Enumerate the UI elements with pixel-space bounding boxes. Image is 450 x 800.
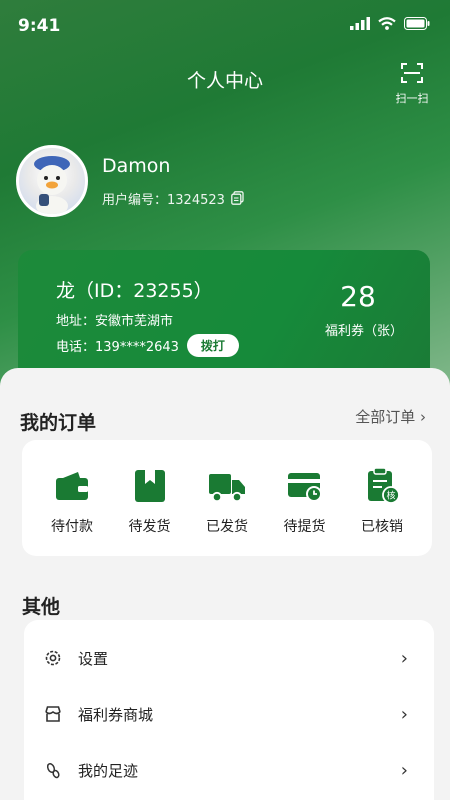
orders-card: 待付款 待发货 已发货 待提货 核 已核销	[22, 440, 432, 556]
coupon-label: 福利券（张）	[324, 324, 403, 339]
status-time: 9:41	[18, 16, 61, 36]
chevron-right-icon: ›	[420, 408, 426, 426]
chevron-right-icon: ›	[400, 647, 408, 669]
status-bar: 9:41	[0, 0, 450, 50]
member-address: 地址：安徽市芜湖市	[56, 314, 174, 329]
content-sheet: 我的订单 全部订单 › 待付款 待发货 已发货 待提货 核 已核销 其他 设置 …	[0, 368, 450, 800]
signal-icon	[350, 17, 370, 30]
user-profile[interactable]: Damon 用户编号：1324523	[16, 145, 244, 217]
other-menu-card: 设置 › 福利券商城 › 我的足迹 ›	[24, 620, 434, 800]
duck-avatar-icon	[34, 156, 70, 214]
coupon-count[interactable]: 28	[318, 280, 398, 313]
copy-icon[interactable]	[231, 191, 244, 205]
all-orders-link[interactable]: 全部订单 ›	[355, 406, 426, 427]
package-icon	[134, 470, 165, 502]
all-orders-label: 全部订单	[355, 408, 416, 426]
order-label: 已核销	[361, 519, 403, 535]
menu-label: 福利券商城	[78, 705, 154, 724]
menu-label: 我的足迹	[78, 761, 139, 780]
order-status-verified[interactable]: 核 已核销	[348, 440, 416, 556]
store-icon	[45, 706, 61, 722]
scan-label: 扫一扫	[395, 92, 429, 105]
other-section-title: 其他	[22, 596, 61, 618]
chevron-right-icon: ›	[400, 703, 408, 725]
orders-section-title: 我的订单	[20, 412, 97, 434]
menu-label: 设置	[78, 649, 109, 668]
order-status-pending-shipment[interactable]: 待发货	[116, 440, 184, 556]
user-name: Damon	[102, 154, 171, 177]
order-status-pending-payment[interactable]: 待付款	[38, 440, 106, 556]
pickup-card-icon	[287, 473, 322, 502]
verified-clipboard-icon: 核	[368, 467, 400, 504]
scan-icon	[401, 63, 423, 83]
truck-icon	[209, 474, 245, 503]
call-button[interactable]: 拨打	[186, 334, 239, 357]
order-label: 已发货	[206, 519, 248, 535]
wifi-icon	[378, 17, 396, 30]
gear-icon	[45, 650, 61, 666]
menu-item-settings[interactable]: 设置 ›	[24, 630, 434, 686]
scan-button[interactable]: 扫一扫	[392, 62, 432, 106]
order-label: 待提货	[283, 519, 326, 535]
wallet-icon	[56, 472, 88, 500]
order-label: 待付款	[51, 519, 93, 535]
chevron-right-icon: ›	[400, 759, 408, 781]
avatar[interactable]	[16, 145, 88, 217]
svg-text:核: 核	[386, 490, 395, 502]
footprint-icon	[46, 762, 60, 779]
user-id: 用户编号：1324523	[102, 192, 225, 208]
menu-item-footprints[interactable]: 我的足迹 ›	[24, 742, 434, 798]
order-label: 待发货	[128, 519, 171, 535]
page-title: 个人中心	[186, 70, 263, 92]
order-status-shipped[interactable]: 已发货	[193, 440, 261, 556]
battery-icon	[404, 17, 430, 30]
menu-item-coupon-mall[interactable]: 福利券商城 ›	[24, 686, 434, 742]
order-status-awaiting-pickup[interactable]: 待提货	[271, 440, 339, 556]
status-icons	[350, 17, 430, 30]
member-name: 龙（ID：23255）	[56, 280, 213, 302]
member-phone: 电话：139****2643	[56, 340, 179, 355]
